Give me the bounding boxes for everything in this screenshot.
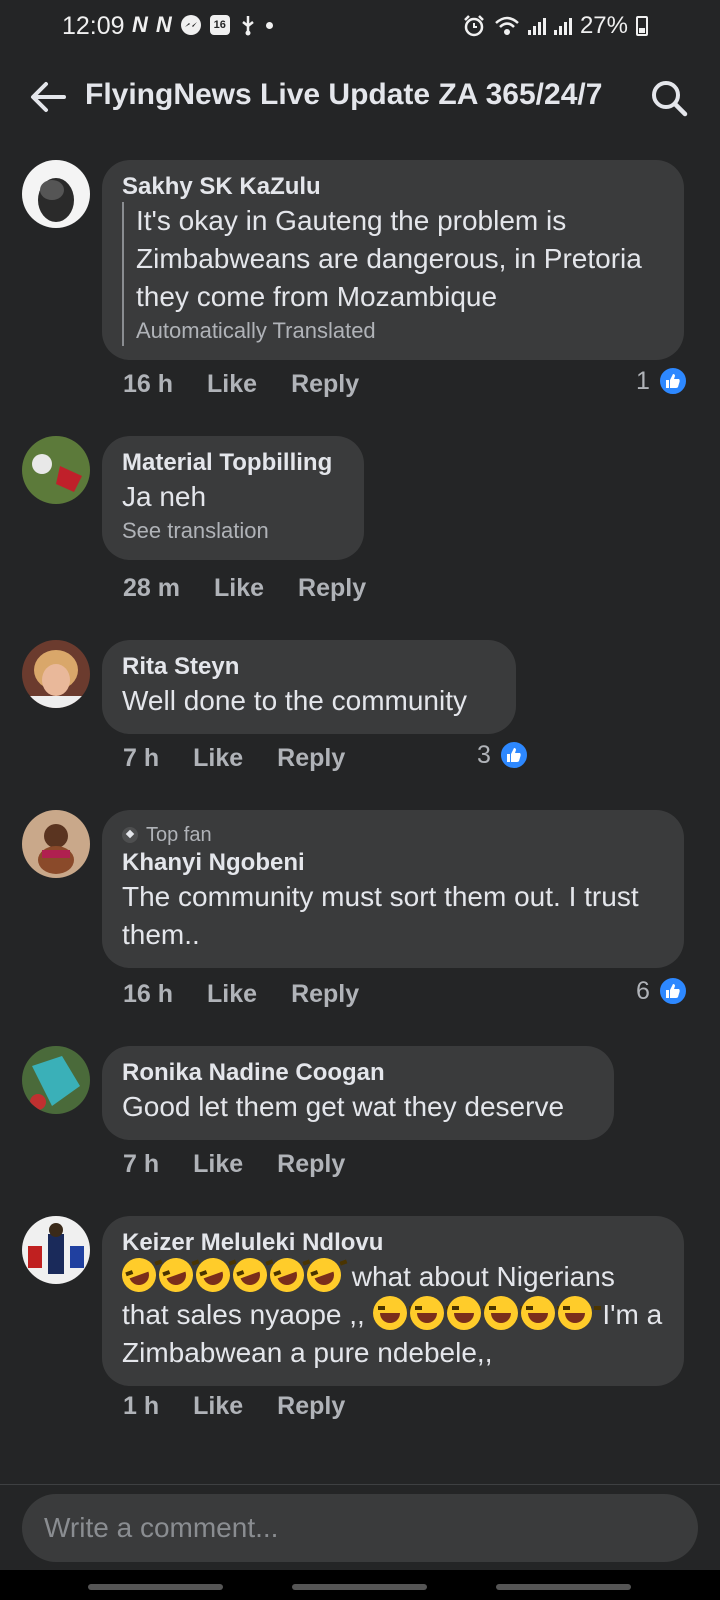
avatar[interactable] — [22, 1046, 90, 1114]
comment-bubble[interactable]: Material Topbilling Ja neh See translati… — [102, 436, 364, 560]
comment-bubble[interactable]: Sakhy SK KaZulu It's okay in Gauteng the… — [102, 160, 684, 360]
reply-button[interactable]: Reply — [291, 980, 359, 1009]
comment-bubble[interactable]: Top fan Khanyi Ngobeni The community mus… — [102, 810, 684, 968]
comment-text: Well done to the community — [122, 685, 467, 716]
comment-composer[interactable] — [22, 1494, 698, 1562]
joy-emoji-icon — [409, 1296, 453, 1330]
reaction-count[interactable]: 1 — [636, 366, 688, 396]
news-app-icon: N — [132, 12, 148, 37]
avatar[interactable] — [22, 1216, 90, 1284]
comment-actions: 16 h Like Reply — [123, 370, 359, 399]
diamond-icon — [122, 827, 138, 843]
news-app-icon: N — [155, 12, 172, 37]
notification-icons: N N 16 — [132, 12, 273, 38]
reply-button[interactable]: Reply — [277, 1150, 345, 1179]
comment-text: It's okay in Gauteng the problem is Zimb… — [136, 205, 642, 312]
reply-button[interactable]: Reply — [277, 744, 345, 773]
avatar[interactable] — [22, 160, 90, 228]
comment-time[interactable]: 28 m — [123, 574, 180, 603]
comment-author[interactable]: Rita Steyn — [122, 652, 496, 682]
top-fan-badge: Top fan — [122, 822, 664, 848]
nav-recent-button[interactable] — [88, 1584, 223, 1590]
comment-bubble[interactable]: Ronika Nadine Coogan Good let them get w… — [102, 1046, 614, 1140]
like-button[interactable]: Like — [207, 370, 257, 399]
system-icons: 27% — [462, 12, 648, 40]
messenger-icon — [180, 15, 201, 35]
joy-emoji-icon — [557, 1296, 601, 1330]
battery-icon — [636, 16, 648, 36]
comment-bubble[interactable]: Rita Steyn Well done to the community — [102, 640, 516, 734]
reaction-count[interactable]: 6 — [636, 976, 688, 1006]
comment-author[interactable]: Sakhy SK KaZulu — [122, 172, 664, 202]
wifi-icon — [495, 16, 519, 35]
reply-button[interactable]: Reply — [277, 1392, 345, 1421]
like-button[interactable]: Like — [193, 1392, 243, 1421]
more-notifications-dot — [265, 21, 273, 29]
badge-label: Top fan — [146, 824, 212, 846]
comment-author[interactable]: Material Topbilling — [122, 448, 344, 478]
clock: 12:09 — [62, 12, 125, 40]
thumbs-up-icon — [657, 366, 688, 396]
comment-text: Ja neh — [122, 481, 207, 512]
back-arrow-icon[interactable] — [28, 79, 68, 115]
comment-time[interactable]: 1 h — [123, 1392, 159, 1421]
joy-emoji-icon — [483, 1296, 527, 1330]
avatar[interactable] — [22, 436, 90, 504]
joy-emoji-icon — [520, 1296, 564, 1330]
comment-actions: 7 h Like Reply — [123, 1150, 345, 1179]
calendar-icon: 16 — [209, 15, 230, 35]
joy-emoji-icon — [446, 1296, 490, 1330]
comment-text: what about Nigerians that sales nyaope ,… — [117, 1253, 664, 1372]
translated-block: It's okay in Gauteng the problem is Zimb… — [122, 202, 664, 346]
alarm-icon — [464, 15, 484, 37]
comment-text: The community must sort them out. I trus… — [122, 881, 639, 950]
comment-time[interactable]: 7 h — [123, 1150, 159, 1179]
usb-debug-icon — [242, 16, 254, 36]
comment-actions: 7 h Like Reply — [123, 744, 345, 773]
like-button[interactable]: Like — [207, 980, 257, 1009]
comment-bubble[interactable]: Keizer Meluleki Ndlovu what about Nigeri… — [102, 1216, 684, 1386]
comment-author[interactable]: Ronika Nadine Coogan — [122, 1058, 594, 1088]
reaction-number: 1 — [636, 366, 650, 395]
reply-button[interactable]: Reply — [298, 574, 366, 603]
comment-text: Good let them get wat they deserve — [122, 1091, 565, 1122]
signal-icon-2 — [553, 17, 572, 35]
comment-author[interactable]: Khanyi Ngobeni — [122, 848, 664, 878]
page-title: FlyingNews Live Update ZA 365/24/7 — [85, 78, 603, 111]
battery-level: 27% — [579, 12, 628, 39]
nav-home-button[interactable] — [292, 1584, 427, 1590]
reaction-count[interactable]: 3 — [477, 740, 529, 770]
comment-actions: 28 m Like Reply — [123, 574, 366, 603]
comment-time[interactable]: 16 h — [123, 980, 173, 1009]
like-button[interactable]: Like — [193, 1150, 243, 1179]
translation-note: Automatically Translated — [136, 318, 376, 343]
reaction-number: 3 — [477, 740, 491, 769]
comment-time[interactable]: 16 h — [123, 370, 173, 399]
reply-button[interactable]: Reply — [291, 370, 359, 399]
avatar[interactable] — [22, 640, 90, 708]
comment-actions: 1 h Like Reply — [123, 1392, 345, 1421]
thumbs-up-icon — [498, 740, 529, 770]
system-nav-bar — [0, 1570, 720, 1600]
comment-time[interactable]: 7 h — [123, 744, 159, 773]
nav-back-button[interactable] — [496, 1584, 631, 1590]
status-bar: 12:09 N N 16 27% — [0, 0, 720, 54]
avatar[interactable] — [22, 810, 90, 878]
like-button[interactable]: Like — [193, 744, 243, 773]
comment-author-name: Keizer Meluleki Ndlovu — [122, 1229, 384, 1256]
thumbs-up-icon — [657, 976, 688, 1006]
search-icon[interactable] — [650, 79, 688, 117]
like-button[interactable]: Like — [214, 574, 264, 603]
reaction-number: 6 — [636, 976, 650, 1005]
comment-actions: 16 h Like Reply — [123, 980, 359, 1009]
page-header: FlyingNews Live Update ZA 365/24/7 — [0, 64, 720, 130]
see-translation-link[interactable]: See translation — [122, 516, 344, 546]
laughing-emoji-icon — [117, 1253, 161, 1297]
divider — [0, 1484, 720, 1485]
signal-icon — [527, 17, 546, 35]
comment-input[interactable] — [22, 1494, 698, 1562]
comment-author[interactable]: Keizer Meluleki Ndlovu — [122, 1228, 664, 1258]
joy-emoji-icon — [372, 1296, 416, 1330]
